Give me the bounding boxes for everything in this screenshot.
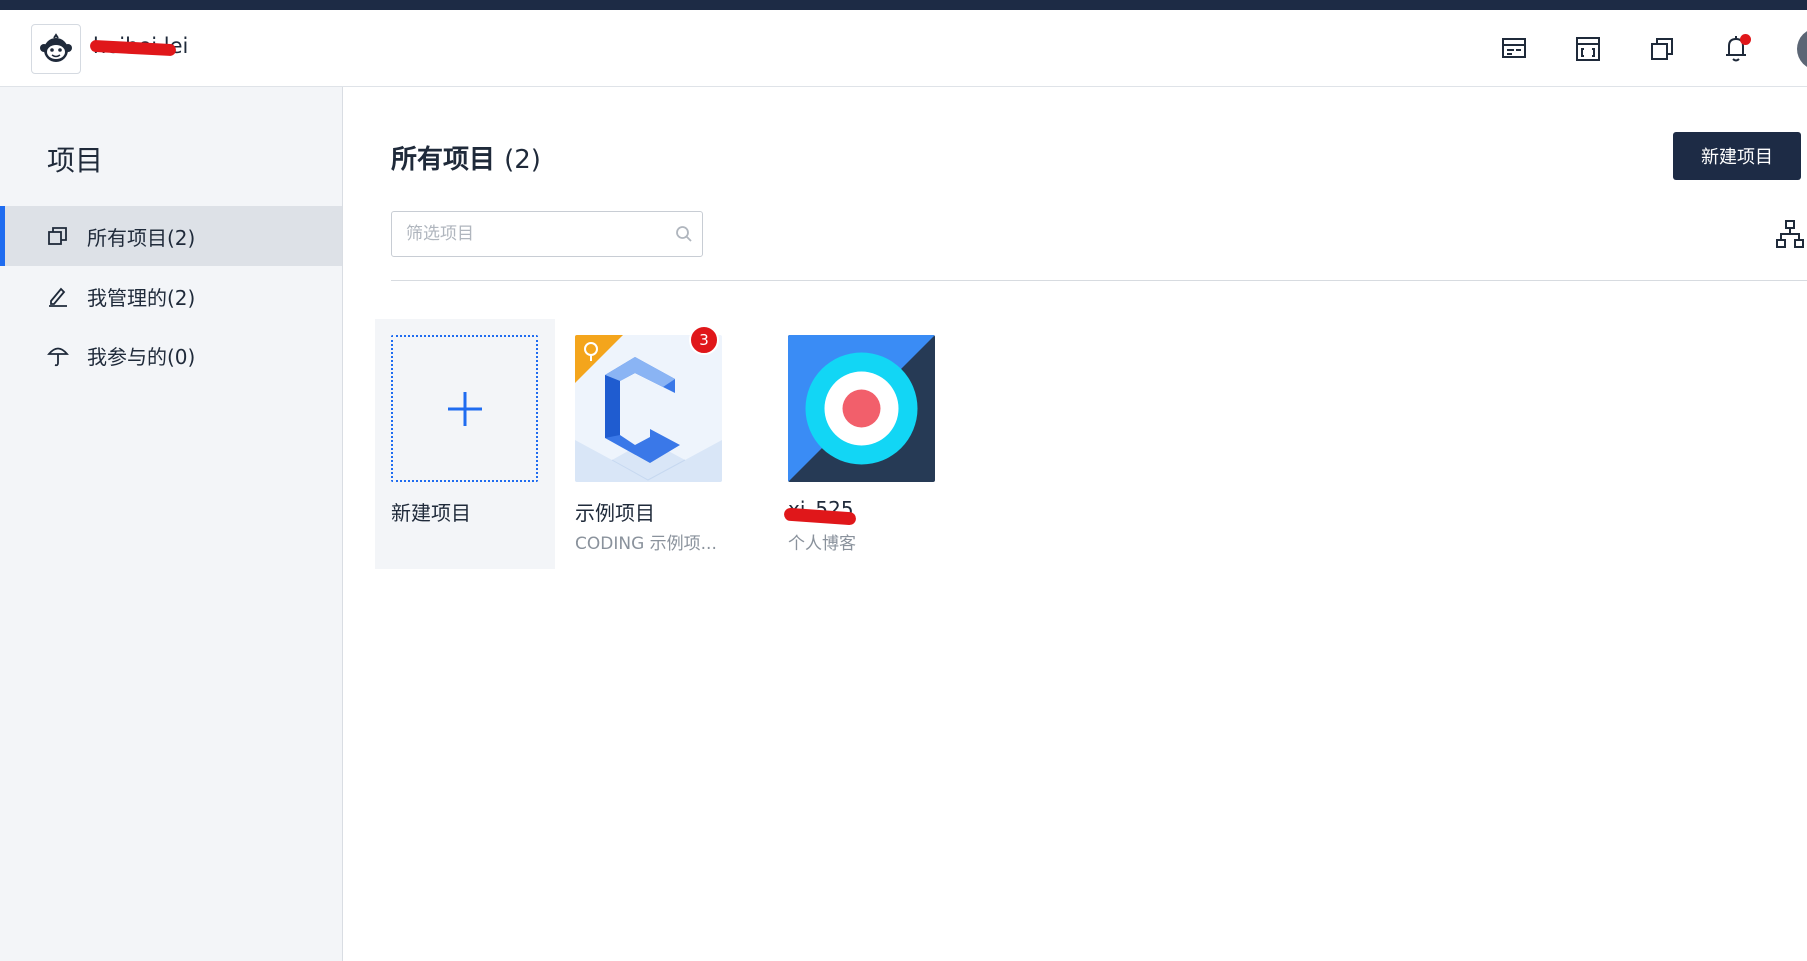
copy-icon xyxy=(47,224,75,248)
divider xyxy=(391,280,1807,281)
dashboard-icon[interactable] xyxy=(1571,32,1605,66)
sidebar-title: 项目 xyxy=(47,144,104,177)
sidebar-item-joined[interactable]: 我参与的(0) xyxy=(0,325,342,385)
monkey-logo-icon xyxy=(40,33,72,62)
page-title-text: 所有项目 xyxy=(391,145,496,175)
main-content: 所有项目 (2) 新建项目 新建项目 xyxy=(343,87,1807,961)
org-tree-icon[interactable] xyxy=(1775,219,1805,249)
bell-icon[interactable] xyxy=(1719,32,1753,66)
project-card-example[interactable]: 3 示例项目 CODING 示例项... xyxy=(559,319,739,569)
top-header: heihei.lei xyxy=(0,10,1807,87)
target-logo-icon xyxy=(788,335,935,482)
project-thumbnail[interactable] xyxy=(788,335,935,482)
new-project-tile[interactable] xyxy=(391,335,538,482)
filter-box xyxy=(391,211,703,257)
sidebar-item-managed[interactable]: 我管理的(2) xyxy=(0,266,342,326)
plus-icon xyxy=(447,391,482,426)
top-strip xyxy=(0,0,1807,10)
search-icon[interactable] xyxy=(666,225,702,243)
sidebar-item-all-projects[interactable]: 所有项目(2) xyxy=(0,206,342,266)
new-project-button[interactable]: 新建项目 xyxy=(1673,132,1801,180)
notification-dot xyxy=(1740,34,1751,45)
workspace-icon[interactable] xyxy=(1497,32,1531,66)
coding-logo-icon xyxy=(575,335,722,482)
umbrella-icon xyxy=(47,343,75,367)
project-name[interactable]: 示例项目 xyxy=(575,497,655,526)
project-name: 新建项目 xyxy=(391,501,471,525)
filter-input[interactable] xyxy=(392,212,666,256)
project-description: CODING 示例项... xyxy=(575,534,717,554)
sidebar: 项目 所有项目(2) 我管理的(2) 我参与的(0) xyxy=(0,87,343,961)
avatar[interactable] xyxy=(1797,28,1807,70)
notification-badge: 3 xyxy=(689,325,719,355)
new-project-card[interactable]: 新建项目 xyxy=(375,319,555,569)
projects-icon[interactable] xyxy=(1645,32,1679,66)
sidebar-item-label: 我管理的(2) xyxy=(87,285,196,310)
sidebar-item-label: 所有项目(2) xyxy=(87,225,196,250)
project-description: 个人博客 xyxy=(788,534,856,554)
pencil-icon xyxy=(47,284,75,308)
project-card-blog[interactable]: xj_525 个人博客 xyxy=(772,319,952,569)
project-thumbnail[interactable] xyxy=(575,335,722,482)
team-logo[interactable] xyxy=(31,24,81,74)
page-title: 所有项目 (2) xyxy=(391,139,541,176)
project-count: (2) xyxy=(504,145,541,175)
sidebar-item-label: 我参与的(0) xyxy=(87,344,196,369)
